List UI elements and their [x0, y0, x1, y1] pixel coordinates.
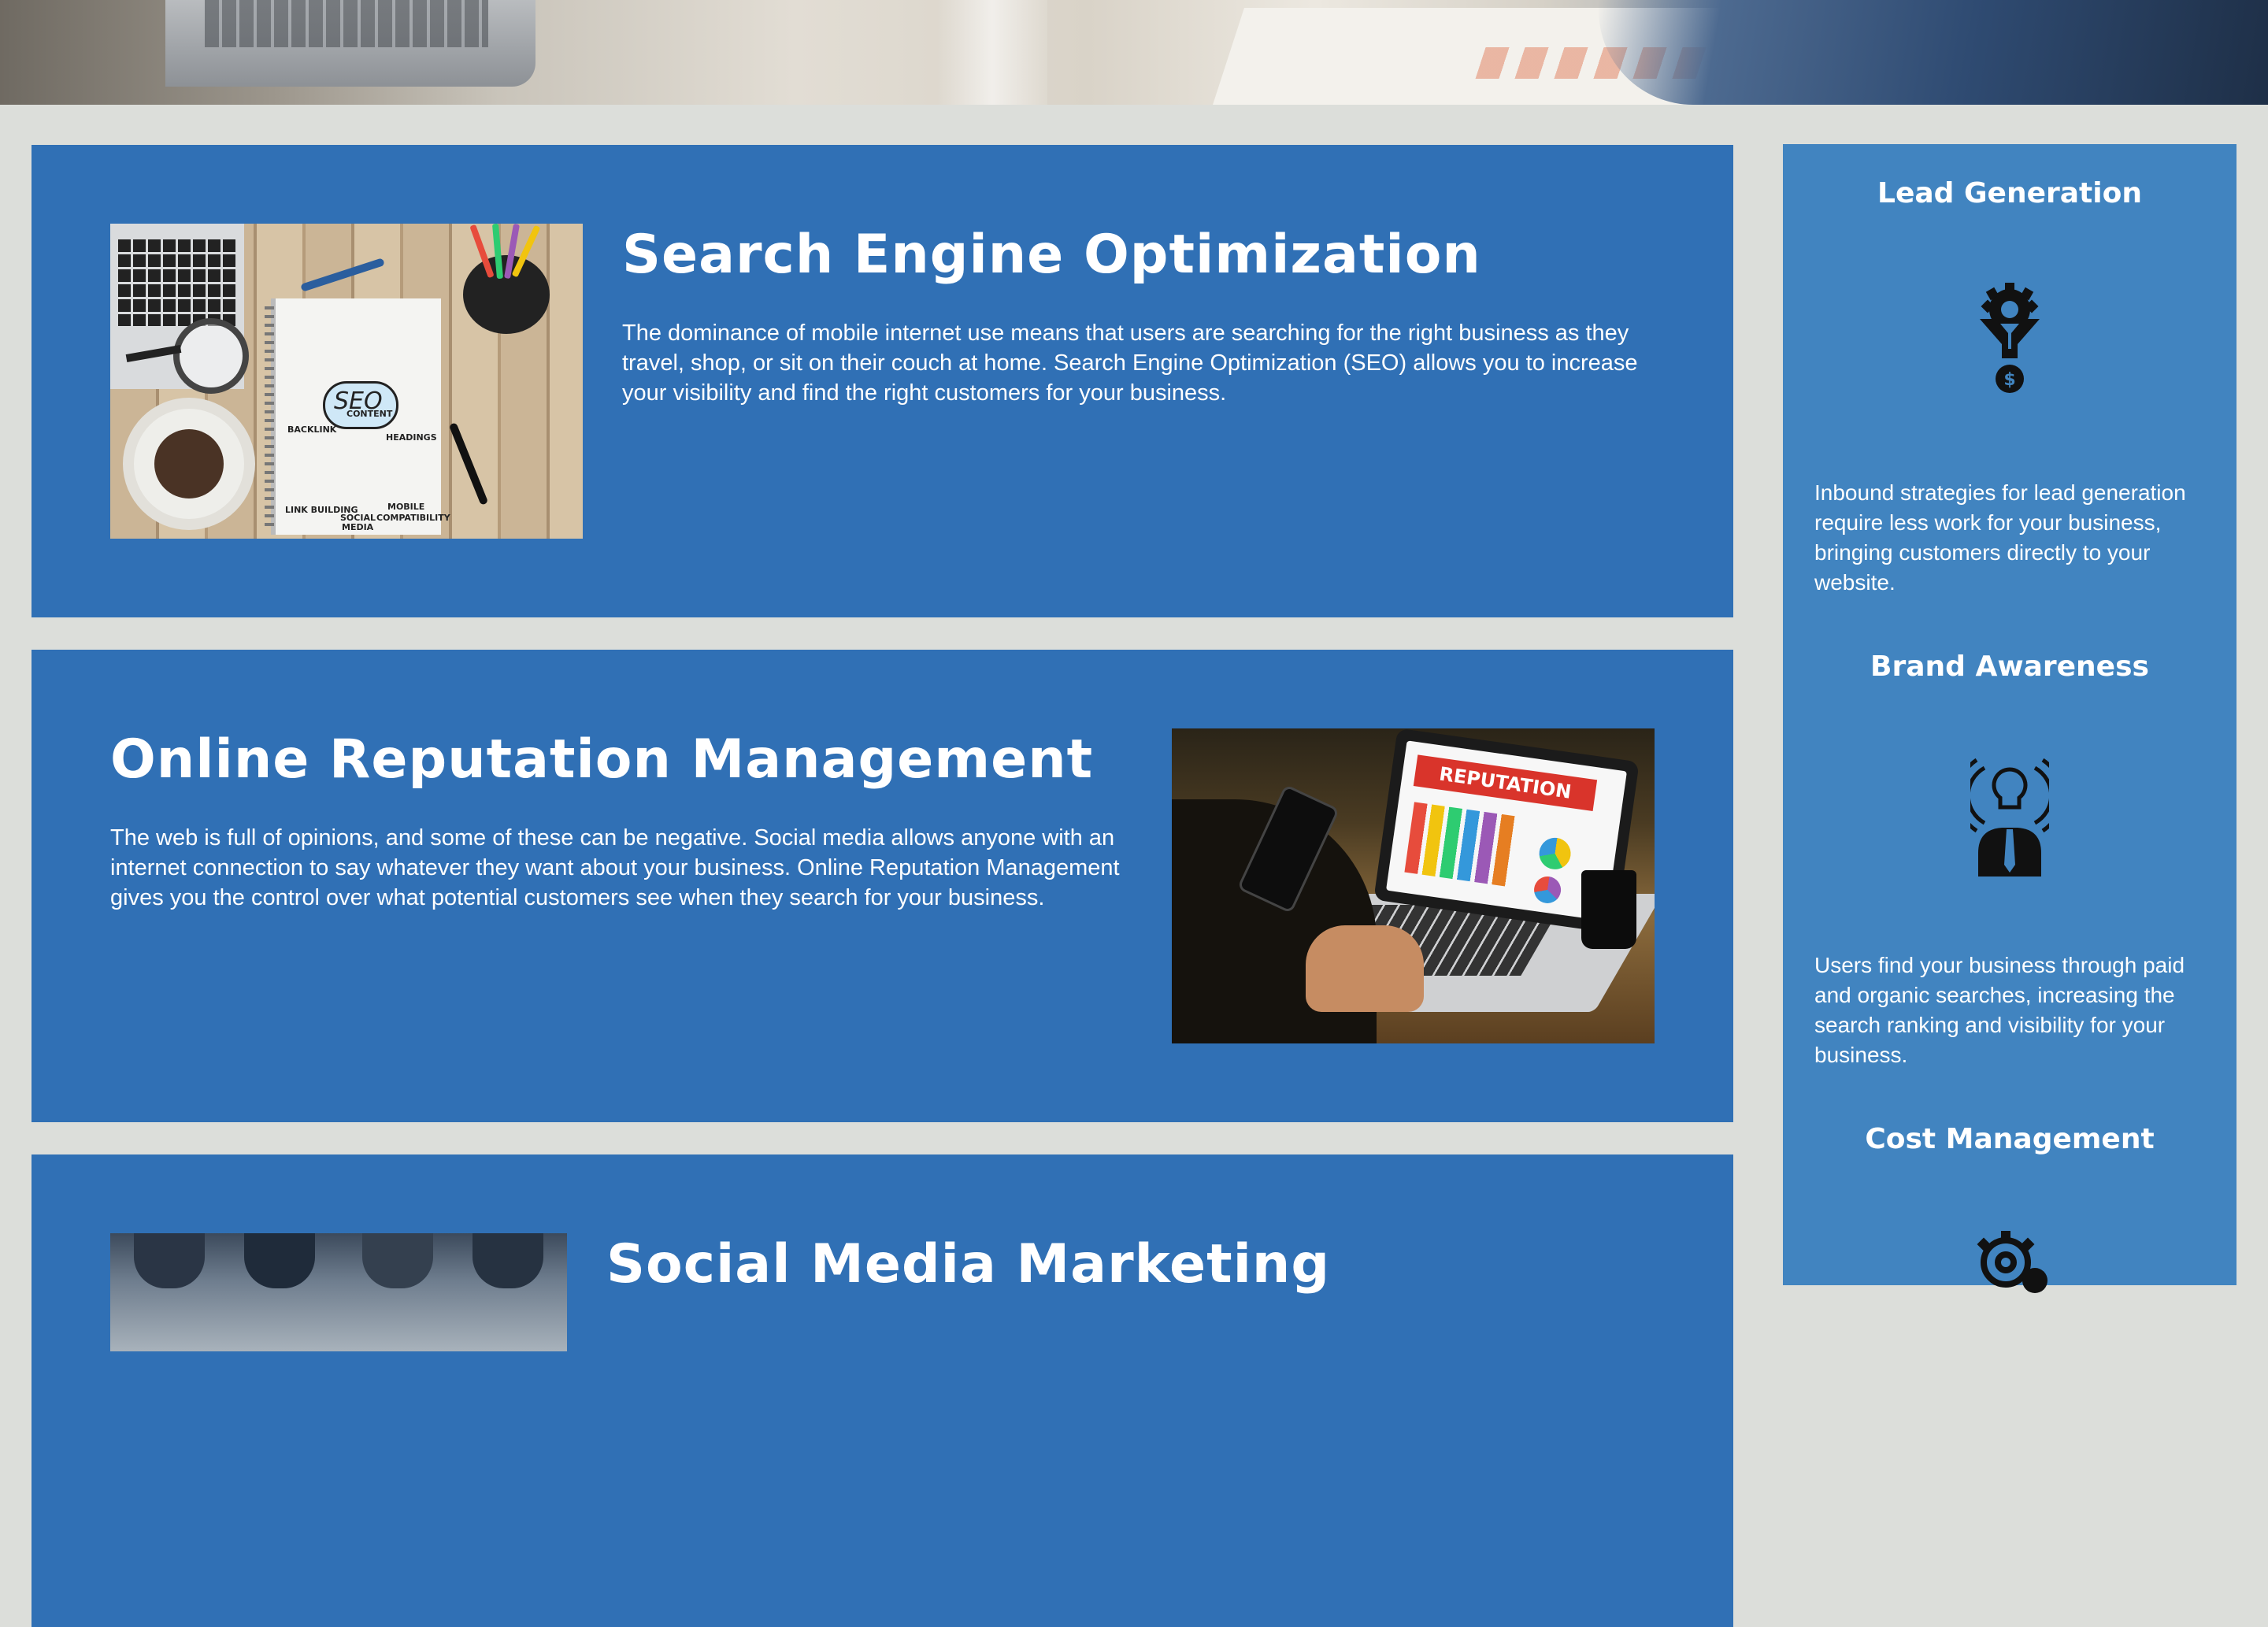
mug-image-part	[1581, 870, 1636, 949]
hero-sleeve	[1599, 0, 2268, 105]
notepad-image-part: SEO CONTENT BACKLINK HEADINGS LINK BUILD…	[265, 298, 450, 535]
hero-glass	[937, 0, 1047, 105]
sidebar-title-cost-management: Cost Management	[1865, 1123, 2155, 1155]
sidebar-text-brand-awareness: Users find your business through paid an…	[1814, 953, 2185, 1067]
service-description: The web is full of opinions, and some of…	[110, 825, 1120, 910]
reputation-image: REPUTATION	[1172, 728, 1655, 1043]
magnifier-image-part	[173, 318, 249, 394]
funnel-gear-icon: $	[1980, 283, 2040, 393]
hero-keyboard	[205, 0, 488, 47]
service-description: The dominance of mobile internet use mea…	[622, 321, 1638, 406]
sidebar-title-lead-generation: Lead Generation	[1877, 177, 2142, 209]
benefits-sidebar: Lead Generation $ Inbound strategies for…	[1783, 144, 2236, 1293]
svg-text:$: $	[2003, 370, 2015, 390]
service-title: Online Reputation Management	[110, 728, 1094, 791]
sidebar-title-brand-awareness: Brand Awareness	[1870, 650, 2149, 683]
lightbulb-person-icon	[1970, 758, 2049, 877]
gear-dollar-icon	[1977, 1231, 2048, 1293]
pencil-cup-image-part	[463, 224, 550, 334]
service-title: Search Engine Optimization	[622, 224, 1481, 286]
seo-image: SEO CONTENT BACKLINK HEADINGS LINK BUILD…	[110, 224, 583, 539]
service-title: Social Media Marketing	[606, 1233, 1331, 1295]
service-card-social-media: Social Media Marketing	[32, 1154, 1733, 1627]
service-card-reputation: Online Reputation Management The web is …	[32, 650, 1733, 1122]
coffee-cup-image-part	[134, 409, 244, 519]
service-card-seo: SEO CONTENT BACKLINK HEADINGS LINK BUILD…	[32, 145, 1733, 617]
hero-image	[0, 0, 2268, 105]
social-media-image	[110, 1233, 567, 1351]
sidebar-text-lead-generation: Inbound strategies for lead generation r…	[1814, 480, 2186, 595]
